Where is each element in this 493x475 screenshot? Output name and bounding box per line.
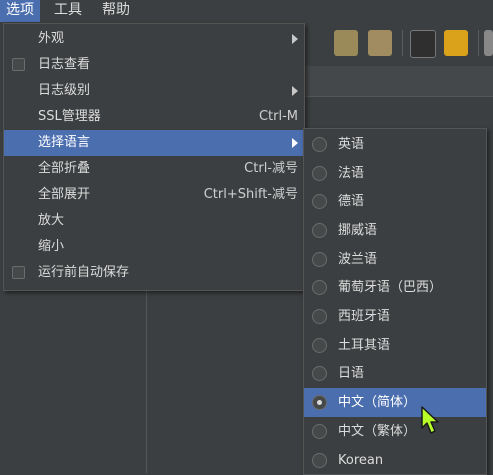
radio-icon xyxy=(312,338,327,353)
menu-help[interactable]: 帮助 xyxy=(96,0,136,22)
menu-item-ssl-manager[interactable]: SSL管理器 Ctrl-M xyxy=(4,104,304,130)
broom-icon[interactable] xyxy=(444,30,468,56)
language-item-portuguese-brazil[interactable]: 葡萄牙语（巴西） xyxy=(304,273,486,302)
radio-checked-icon xyxy=(312,395,327,410)
radio-icon xyxy=(312,223,327,238)
menu-item-label: 全部展开 xyxy=(38,187,91,202)
menu-tools[interactable]: 工具 xyxy=(48,0,88,22)
menu-item-appearance[interactable]: 外观 xyxy=(4,26,304,52)
language-label: 日语 xyxy=(338,366,365,381)
language-item-french[interactable]: 法语 xyxy=(304,159,486,188)
radio-icon xyxy=(312,309,327,324)
radio-icon xyxy=(312,137,327,152)
radio-icon xyxy=(312,424,327,439)
language-label: 中文（繁体） xyxy=(338,424,417,439)
toolbar-more-icon[interactable] xyxy=(484,30,493,56)
radio-icon xyxy=(312,166,327,181)
language-label: 法语 xyxy=(338,166,365,181)
shortcut-label: Ctrl-减号 xyxy=(244,161,298,176)
language-label: 中文（简体） xyxy=(338,395,417,410)
menu-item-label: 选择语言 xyxy=(38,135,91,150)
mouse-cursor-icon xyxy=(421,406,439,434)
language-item-chinese-simplified[interactable]: 中文（简体） xyxy=(304,388,486,417)
submenu-arrow-icon xyxy=(292,138,298,148)
radio-icon xyxy=(312,453,327,468)
menu-item-label: 外观 xyxy=(38,31,65,46)
menu-item-auto-save[interactable]: 运行前自动保存 xyxy=(4,260,304,286)
language-label: 西班牙语 xyxy=(338,309,391,324)
radio-icon xyxy=(312,280,327,295)
options-menu: 外观 日志查看 日志级别 SSL管理器 Ctrl-M 选择语言 全部折叠 Ctr… xyxy=(3,23,305,291)
toolbar-separator xyxy=(402,30,403,56)
menu-item-label: 日志查看 xyxy=(38,57,91,72)
language-item-japanese[interactable]: 日语 xyxy=(304,359,486,388)
menu-bar: 选项 工具 帮助 xyxy=(0,0,493,22)
language-label: 英语 xyxy=(338,137,365,152)
language-label: 波兰语 xyxy=(338,252,378,267)
submenu-arrow-icon xyxy=(292,34,298,44)
language-item-spanish[interactable]: 西班牙语 xyxy=(304,302,486,331)
language-label: 挪威语 xyxy=(338,223,378,238)
menu-item-select-language[interactable]: 选择语言 xyxy=(4,130,304,156)
pipette-icon[interactable] xyxy=(334,30,358,56)
radio-dot xyxy=(317,400,322,405)
menu-item-log-level[interactable]: 日志级别 xyxy=(4,78,304,104)
radio-icon xyxy=(312,194,327,209)
shortcut-label: Ctrl-M xyxy=(258,109,298,124)
language-item-polish[interactable]: 波兰语 xyxy=(304,245,486,274)
language-item-english[interactable]: 英语 xyxy=(304,130,486,159)
menu-item-zoom-in[interactable]: 放大 xyxy=(4,208,304,234)
menu-item-collapse-all[interactable]: 全部折叠 Ctrl-减号 xyxy=(4,156,304,182)
shortcut-label: Ctrl+Shift-减号 xyxy=(203,187,298,202)
menu-item-zoom-out[interactable]: 缩小 xyxy=(4,234,304,260)
menu-options[interactable]: 选项 xyxy=(0,0,40,22)
broom-clear-icon[interactable] xyxy=(368,30,392,56)
language-item-chinese-traditional[interactable]: 中文（繁体） xyxy=(304,417,486,446)
language-item-norwegian[interactable]: 挪威语 xyxy=(304,216,486,245)
menu-item-label: 运行前自动保存 xyxy=(38,265,130,280)
toolbar-separator xyxy=(478,30,479,56)
submenu-arrow-icon xyxy=(292,86,298,96)
language-item-german[interactable]: 德语 xyxy=(304,187,486,216)
menu-item-label: 放大 xyxy=(38,213,65,228)
menu-item-label: 全部折叠 xyxy=(38,161,91,176)
checkbox-icon[interactable] xyxy=(12,58,25,71)
menu-item-expand-all[interactable]: 全部展开 Ctrl+Shift-减号 xyxy=(4,182,304,208)
language-label: 土耳其语 xyxy=(338,338,391,353)
menu-item-label: 日志级别 xyxy=(38,83,91,98)
language-label: 葡萄牙语（巴西） xyxy=(338,280,443,295)
language-label: Korean xyxy=(338,453,384,468)
language-label: 德语 xyxy=(338,194,365,209)
menu-item-label: SSL管理器 xyxy=(38,109,101,124)
checkbox-icon[interactable] xyxy=(12,266,25,279)
language-item-turkish[interactable]: 土耳其语 xyxy=(304,331,486,360)
menu-item-label: 缩小 xyxy=(38,239,65,254)
language-submenu: 英语 法语 德语 挪威语 波兰语 葡萄牙语（巴西） 西班牙语 土耳其语 日语 中… xyxy=(303,128,487,475)
language-item-korean[interactable]: Korean xyxy=(304,446,486,474)
radio-icon xyxy=(312,366,327,381)
menu-item-log-view[interactable]: 日志查看 xyxy=(4,52,304,78)
radio-icon xyxy=(312,252,327,267)
binoculars-icon[interactable] xyxy=(410,30,436,58)
